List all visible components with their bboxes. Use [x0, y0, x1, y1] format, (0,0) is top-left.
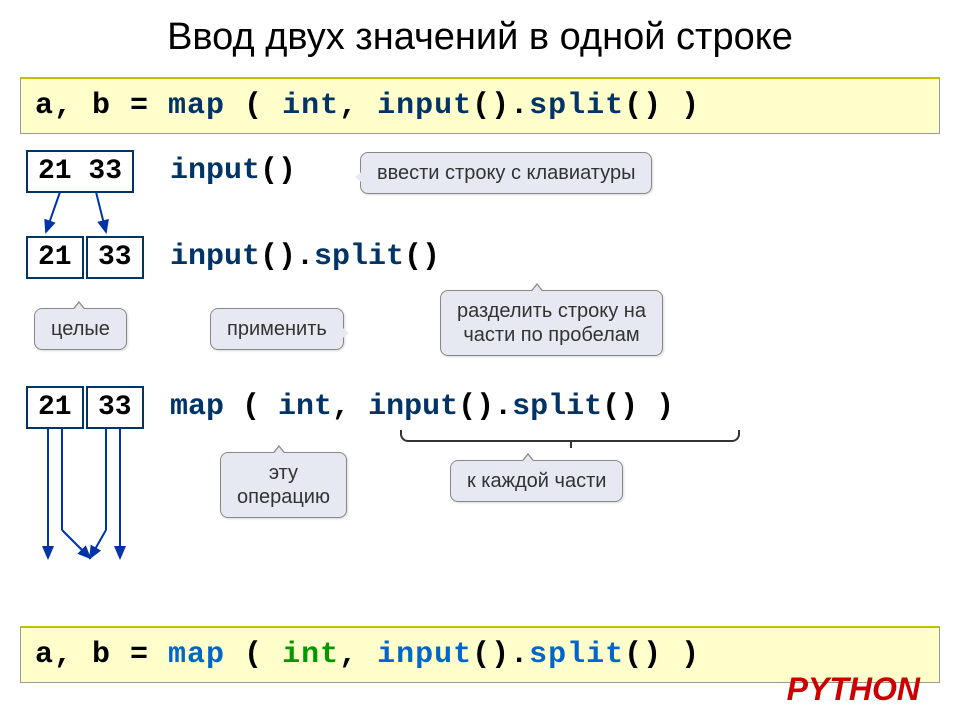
token-ab: a, b: [35, 638, 111, 672]
value-box-combined: 21 33: [26, 150, 134, 193]
token-input: input: [170, 240, 260, 274]
token-open: (: [224, 390, 278, 424]
token-p2: (): [404, 240, 440, 274]
callout-int: целые: [34, 308, 127, 350]
token-int: int: [278, 390, 332, 424]
callout-keyboard: ввести строку с клавиатуры: [360, 152, 652, 194]
token-p1: ().: [458, 390, 512, 424]
diagram-stage: 21 33 input() ввести строку с клавиатуры…: [20, 140, 940, 620]
token-close: () ): [602, 390, 674, 424]
token-input: input: [170, 154, 260, 188]
token-split: split: [512, 390, 602, 424]
value-box-21-a: 21: [26, 236, 84, 279]
code-bar-top: a, b = map ( int, input().split() ): [20, 77, 940, 134]
code-row2: input().split(): [170, 240, 440, 274]
value-box-21-b: 21: [26, 386, 84, 429]
python-label: PYTHON: [787, 671, 920, 708]
token-map: map: [170, 390, 224, 424]
token-split: split: [529, 638, 624, 672]
token-eq: =: [111, 89, 168, 123]
token-p1: ().: [260, 240, 314, 274]
token-map: map: [168, 638, 225, 672]
token-parens: ().: [472, 638, 529, 672]
token-split: split: [529, 89, 624, 123]
token-int: int: [282, 638, 339, 672]
token-split: split: [314, 240, 404, 274]
token-ab: a, b: [35, 89, 111, 123]
value-box-33-b: 33: [86, 386, 144, 429]
value-box-33-a: 33: [86, 236, 144, 279]
token-map: map: [168, 89, 225, 123]
token-comma: ,: [332, 390, 368, 424]
callout-apply: применить: [210, 308, 344, 350]
token-eq: =: [111, 638, 168, 672]
arrows-svg: [20, 140, 940, 620]
token-parens: ().: [472, 89, 529, 123]
token-input: input: [377, 638, 472, 672]
token-open: (: [225, 89, 282, 123]
token-comma: ,: [339, 89, 377, 123]
callout-split: разделить строку на части по пробелам: [440, 290, 663, 356]
token-input: input: [377, 89, 472, 123]
token-close: () ): [624, 89, 700, 123]
code-row3: map ( int, input().split() ): [170, 390, 674, 424]
code-row1: input(): [170, 154, 296, 188]
token-close: () ): [624, 638, 700, 672]
token-parens: (): [260, 154, 296, 188]
callout-operation: эту операцию: [220, 452, 347, 518]
token-comma: ,: [339, 638, 377, 672]
brace-icon: [400, 430, 740, 442]
token-input: input: [368, 390, 458, 424]
slide-title: Ввод двух значений в одной строке: [0, 0, 960, 71]
token-int: int: [282, 89, 339, 123]
callout-each-part: к каждой части: [450, 460, 623, 502]
token-open: (: [225, 638, 282, 672]
